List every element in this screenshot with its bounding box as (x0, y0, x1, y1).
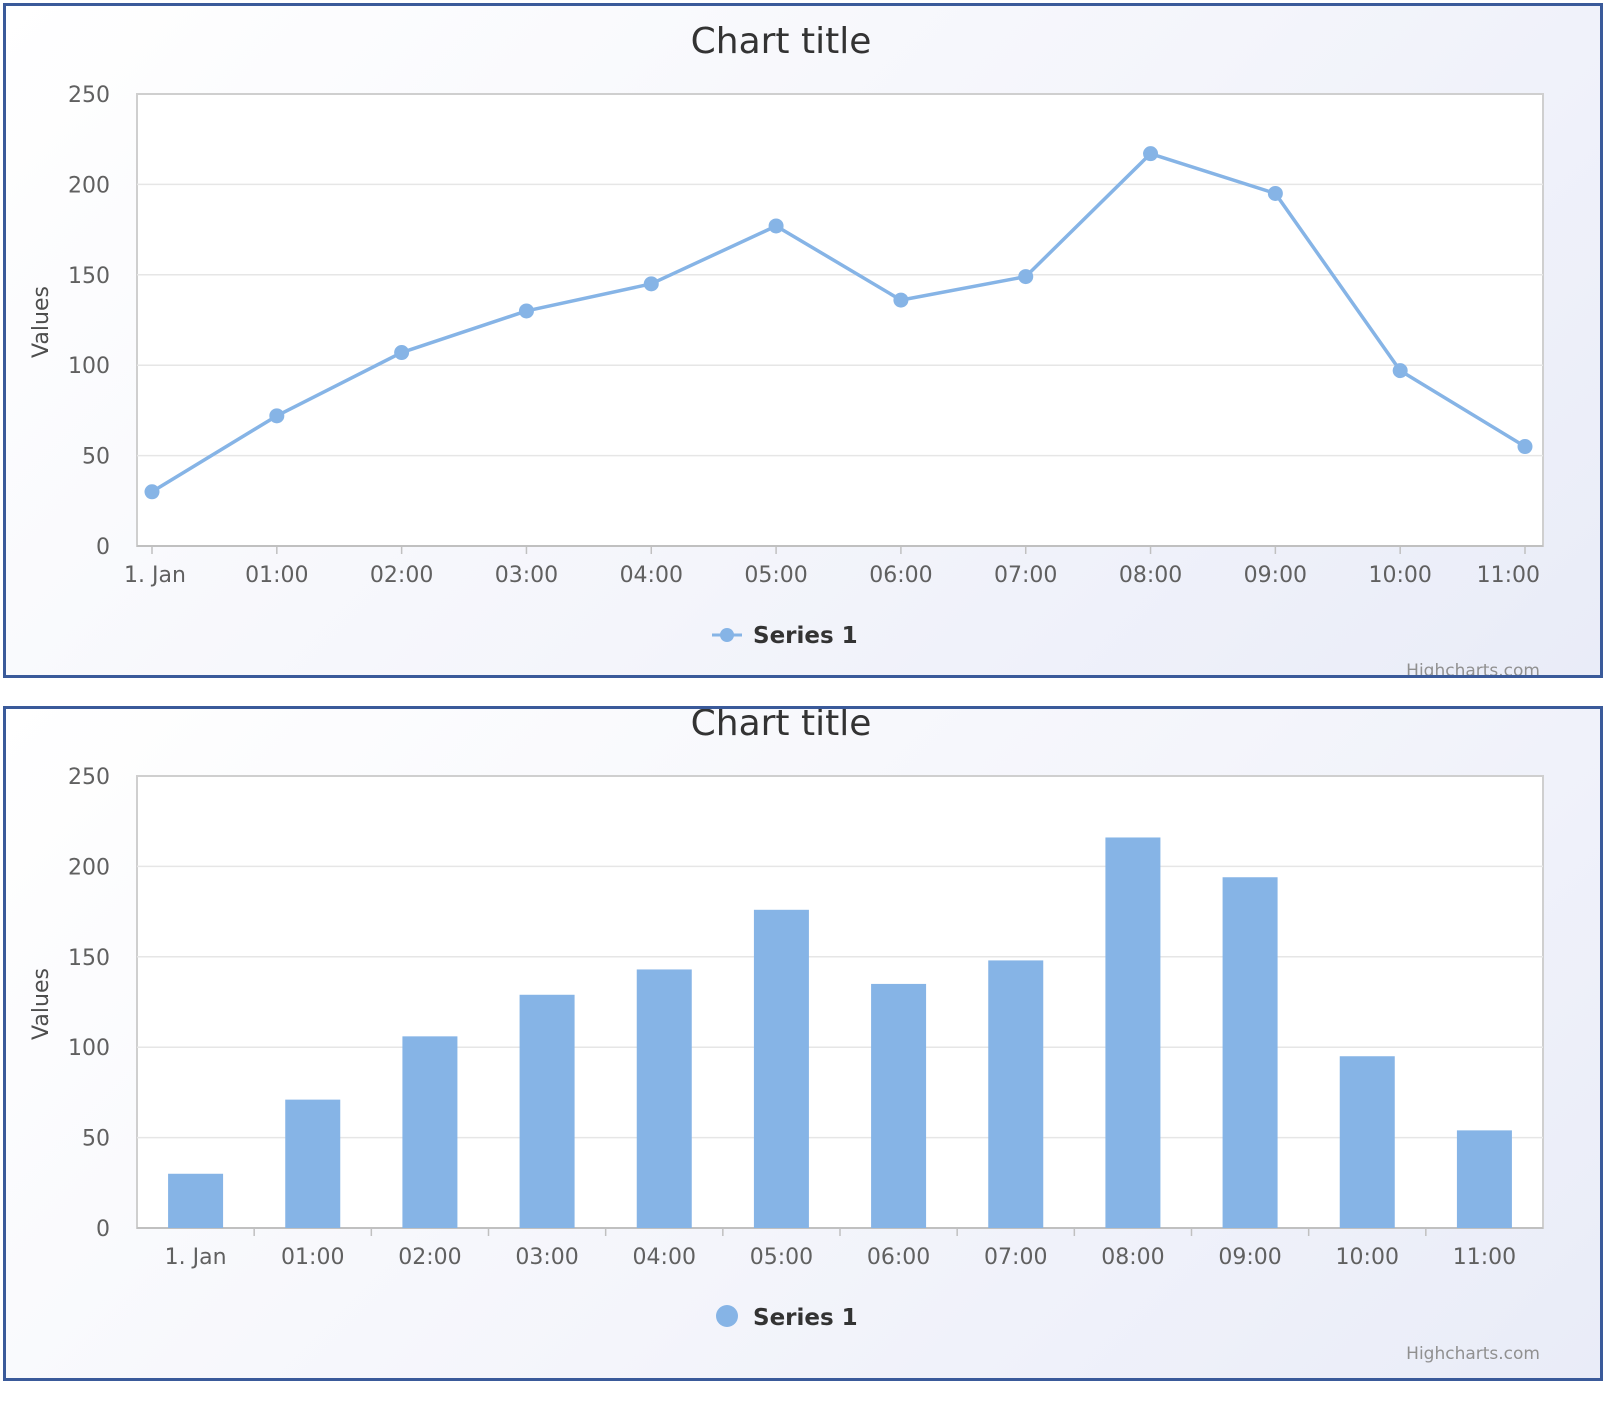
data-point[interactable] (1517, 439, 1533, 455)
bar[interactable] (519, 994, 575, 1228)
legend-series-label[interactable]: Series 1 (753, 623, 858, 649)
y-axis-title: Values (29, 286, 54, 358)
plot-area (136, 775, 1544, 1229)
legend-marker-icon (720, 628, 734, 642)
x-tick-label: 01:00 (281, 1245, 344, 1270)
x-tick-label: 03:00 (495, 563, 558, 588)
legend[interactable]: Series 1 (716, 1305, 858, 1331)
data-point[interactable] (768, 218, 784, 234)
x-tick-label: 09:00 (1218, 1245, 1281, 1270)
x-tick-label: 09:00 (1244, 563, 1307, 588)
data-point[interactable] (1143, 146, 1159, 162)
x-tick-label: 10:00 (1336, 1245, 1399, 1270)
y-tick-label: 100 (68, 354, 110, 379)
x-tick-label: 05:00 (750, 1245, 813, 1270)
x-tick-label: 11:00 (1477, 563, 1540, 588)
bar[interactable] (285, 1099, 341, 1228)
x-tick-label: 04:00 (633, 1245, 696, 1270)
line-chart: Chart title Values 0 50 100 150 200 250 1. Ja… (29, 21, 1544, 675)
legend[interactable]: Series 1 (712, 623, 858, 649)
x-tick-label: 07:00 (984, 1245, 1047, 1270)
x-tick-label: 01:00 (245, 563, 308, 588)
x-tick-label: 1. Jan (124, 563, 186, 588)
line-chart-panel: Chart title Values 0 50 100 150 200 250 1. Ja… (3, 3, 1603, 678)
legend-marker-icon (716, 1305, 738, 1327)
plot-area (136, 93, 1544, 547)
data-point[interactable] (1018, 269, 1034, 285)
x-tick-label: 05:00 (744, 563, 807, 588)
x-tick-label: 07:00 (994, 563, 1057, 588)
bar[interactable] (636, 969, 692, 1228)
credits-link[interactable]: Highcharts.com (1406, 661, 1540, 675)
data-point[interactable] (144, 484, 160, 500)
data-point[interactable] (269, 408, 285, 424)
x-tick-label: 08:00 (1119, 563, 1182, 588)
y-tick-label: 100 (68, 1036, 110, 1061)
data-point[interactable] (1267, 185, 1283, 201)
bar-chart: Chart title Values 0 50 100 150 200 250 1. Ja… (29, 709, 1544, 1364)
y-tick-label: 50 (82, 1127, 110, 1152)
y-tick-label: 200 (68, 855, 110, 880)
x-tick-label: 02:00 (370, 563, 433, 588)
data-point[interactable] (643, 276, 659, 292)
bar[interactable] (871, 983, 927, 1228)
data-point[interactable] (518, 303, 534, 319)
y-tick-label: 150 (68, 946, 110, 971)
x-tick-label: 06:00 (867, 1245, 930, 1270)
bar[interactable] (402, 1036, 458, 1228)
x-tick-label: 02:00 (398, 1245, 461, 1270)
x-tick-label: 08:00 (1101, 1245, 1164, 1270)
data-point[interactable] (1392, 363, 1408, 379)
bar-chart-panel: Chart title Values 0 50 100 150 200 250 1. Ja… (3, 706, 1603, 1381)
x-tick-label: 06:00 (869, 563, 932, 588)
bar[interactable] (1456, 1130, 1512, 1228)
y-tick-label: 200 (68, 173, 110, 198)
y-tick-label: 150 (68, 264, 110, 289)
bar[interactable] (1222, 877, 1278, 1228)
bar[interactable] (168, 1173, 224, 1228)
x-tick-label: 1. Jan (165, 1245, 227, 1270)
bar[interactable] (753, 909, 809, 1228)
panel-divider (3, 678, 1603, 706)
y-tick-label: 250 (68, 765, 110, 790)
x-tick-label: 11:00 (1453, 1245, 1516, 1270)
bar[interactable] (988, 960, 1044, 1228)
data-point[interactable] (394, 345, 410, 361)
data-point[interactable] (893, 292, 909, 308)
credits-link[interactable]: Highcharts.com (1406, 1344, 1540, 1364)
y-tick-label: 0 (96, 535, 110, 560)
x-tick-label: 10:00 (1368, 563, 1431, 588)
bar[interactable] (1105, 837, 1161, 1228)
x-tick-label: 04:00 (620, 563, 683, 588)
chart-title: Chart title (691, 21, 872, 62)
bar[interactable] (1339, 1056, 1395, 1228)
chart-title: Chart title (691, 709, 872, 744)
y-tick-label: 0 (96, 1217, 110, 1242)
y-tick-label: 50 (82, 445, 110, 470)
x-tick-label: 03:00 (515, 1245, 578, 1270)
y-tick-label: 250 (68, 83, 110, 108)
legend-series-label[interactable]: Series 1 (753, 1305, 858, 1331)
y-axis-title: Values (29, 968, 54, 1040)
